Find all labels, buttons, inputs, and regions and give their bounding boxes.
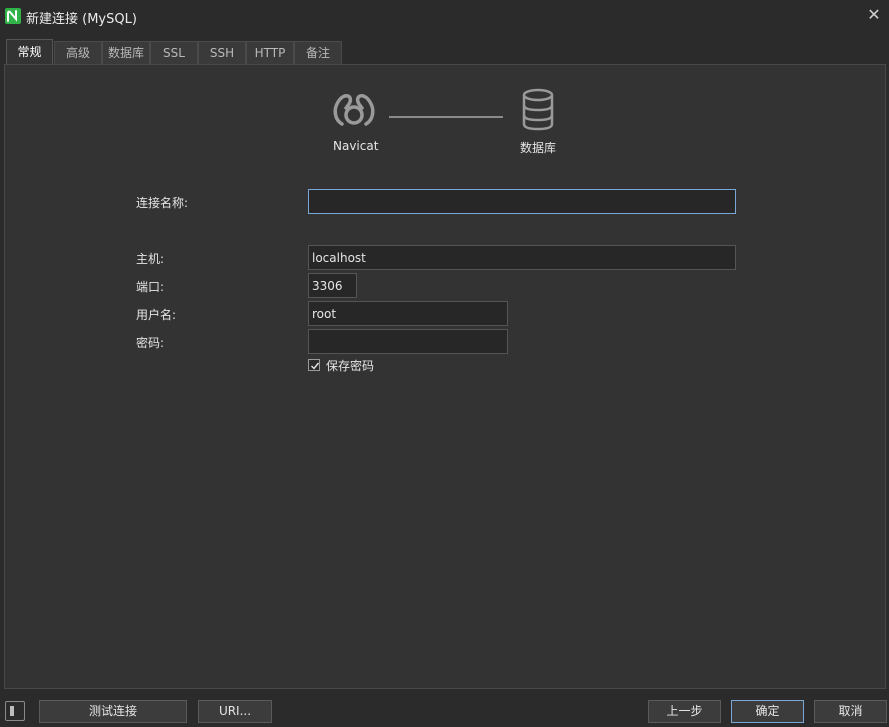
host-label: 主机: [136,252,165,266]
connection-line [389,116,503,118]
navicat-logo-icon [330,88,378,132]
username-label: 用户名: [136,308,177,322]
database-label: 数据库 [520,141,557,155]
tab-advanced[interactable]: 高级 [54,41,102,64]
test-connection-button[interactable]: 测试连接 [39,700,187,723]
port-input[interactable] [308,273,357,298]
tab-notes[interactable]: 备注 [294,41,342,64]
port-label: 端口: [136,280,165,294]
connection-name-label: 连接名称: [136,196,189,210]
title-bar: 新建连接 (MySQL) ✕ [0,0,889,32]
tab-database[interactable]: 数据库 [102,41,150,64]
tab-general[interactable]: 常规 [6,39,53,64]
tab-ssl[interactable]: SSL [150,41,198,64]
window-title: 新建连接 (MySQL) [26,12,137,27]
connection-name-input[interactable] [308,189,736,214]
host-input[interactable] [308,245,736,270]
save-password-checkbox[interactable] [308,359,320,371]
password-input[interactable] [308,329,508,354]
previous-button[interactable]: 上一步 [648,700,721,723]
save-password-label: 保存密码 [326,359,375,373]
username-input[interactable] [308,301,508,326]
tab-http[interactable]: HTTP [246,41,294,64]
navicat-label: Navicat [333,139,379,153]
navicat-app-icon [5,8,21,24]
general-panel [4,64,886,689]
uri-button[interactable]: URI... [198,700,272,723]
close-icon[interactable]: ✕ [865,6,883,24]
sidebar-toggle-icon[interactable] [5,701,25,721]
database-icon [520,88,556,132]
ok-button[interactable]: 确定 [731,700,804,723]
tab-ssh[interactable]: SSH [198,41,246,64]
password-label: 密码: [136,336,165,350]
cancel-button[interactable]: 取消 [814,700,887,723]
